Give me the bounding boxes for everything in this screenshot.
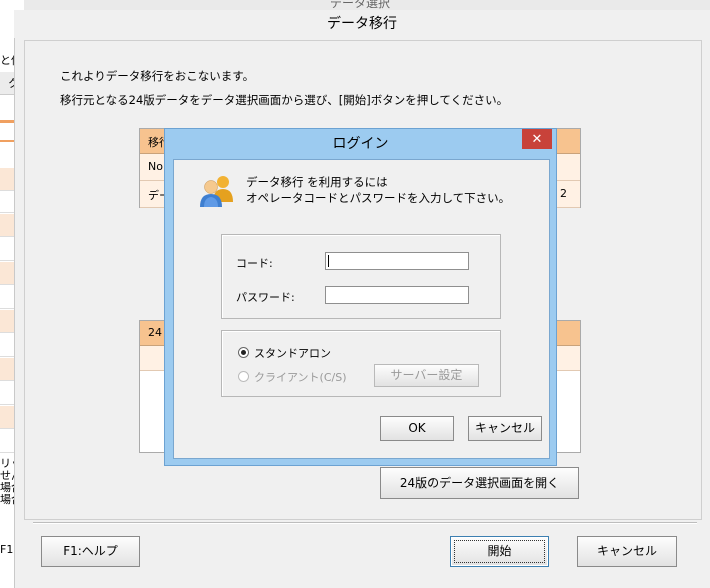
close-icon[interactable]: ✕: [522, 129, 552, 149]
code-input[interactable]: [325, 252, 469, 270]
description-line-1: これよりデータ移行をおこないます。: [60, 69, 255, 83]
connection-mode-group: スタンドアロン クライアント(C/S) サーバー設定: [221, 330, 501, 397]
table-cell: No: [148, 160, 163, 173]
ok-button[interactable]: OK: [380, 416, 454, 441]
footer-divider: [33, 523, 697, 524]
password-label: パスワード:: [236, 291, 295, 304]
login-dialog-title: ログイン: [332, 136, 389, 152]
start-button[interactable]: 開始: [450, 536, 549, 567]
login-message-line-1: データ移行 を利用するには: [246, 175, 388, 189]
description-line-2: 移行元となる24版データをデータ選択画面から選び、[開始]ボタンを押してください…: [60, 93, 509, 107]
open-data-selection-button[interactable]: 24版のデータ選択画面を開く: [380, 467, 579, 499]
credentials-group: コード: パスワード:: [221, 234, 501, 319]
code-label: コード:: [236, 257, 273, 270]
password-input[interactable]: [325, 286, 469, 304]
login-dialog: ログイン ✕ データ移行 を利用するには オペレータコードとパスワードを入力して…: [164, 128, 557, 466]
server-settings-button[interactable]: サーバー設定: [374, 364, 479, 387]
focus-rectangle: [454, 540, 545, 563]
standalone-radio[interactable]: [238, 347, 249, 358]
help-button[interactable]: F1:ヘルプ: [41, 536, 140, 567]
login-message-line-2: オペレータコードとパスワードを入力して下さい。: [246, 191, 511, 205]
login-cancel-button[interactable]: キャンセル: [468, 416, 542, 441]
users-icon: [200, 176, 233, 207]
standalone-label: スタンドアロン: [254, 347, 331, 360]
client-radio[interactable]: [238, 371, 249, 382]
client-label: クライアント(C/S): [254, 371, 347, 384]
cancel-button[interactable]: キャンセル: [577, 536, 677, 567]
migration-window-title: データ移行: [14, 10, 710, 38]
text-caret: [328, 255, 329, 267]
table-header-cell: 24: [148, 326, 162, 339]
table-cell: 2: [560, 187, 567, 200]
login-dialog-content: データ移行 を利用するには オペレータコードとパスワードを入力して下さい。 コー…: [173, 159, 550, 459]
